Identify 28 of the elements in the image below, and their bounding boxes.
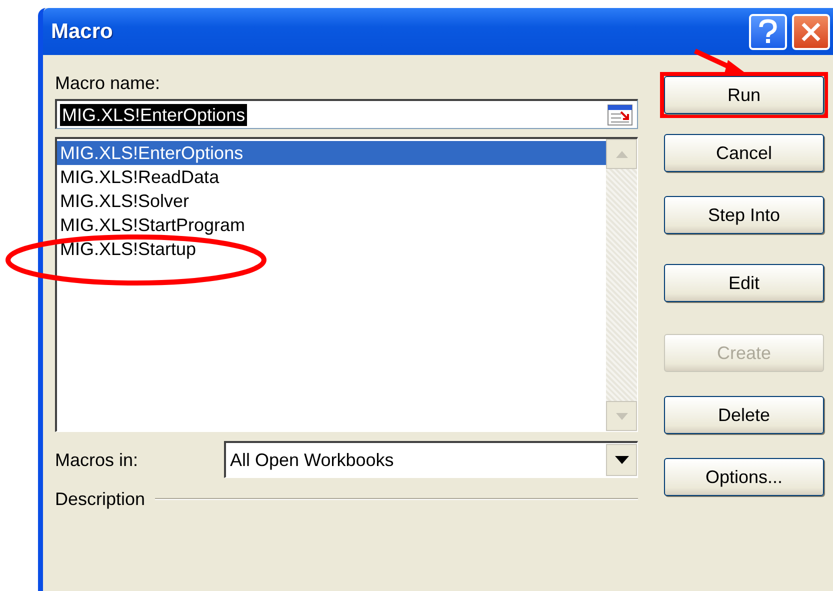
macro-list-item[interactable]: MIG.XLS!StartProgram bbox=[57, 213, 606, 237]
macro-name-field[interactable]: MIG.XLS!EnterOptions bbox=[55, 99, 638, 129]
dialog-button[interactable]: Cancel bbox=[664, 134, 824, 172]
macro-list-item[interactable]: MIG.XLS!Solver bbox=[57, 189, 606, 213]
dialog-button[interactable]: Delete bbox=[664, 396, 824, 434]
close-icon bbox=[800, 20, 822, 42]
dialog-button[interactable]: Options... bbox=[664, 458, 824, 496]
dialog-button[interactable]: Step Into bbox=[664, 196, 824, 234]
macros-in-dropdown[interactable]: All Open Workbooks bbox=[224, 441, 638, 478]
help-button[interactable] bbox=[749, 14, 787, 50]
down-arrow-icon bbox=[616, 412, 628, 420]
dialog-button[interactable]: Run bbox=[664, 76, 824, 114]
dialog-button[interactable]: Edit bbox=[664, 264, 824, 302]
close-button[interactable] bbox=[792, 14, 830, 50]
macro-name-label: Macro name: bbox=[55, 72, 162, 94]
macro-list-item[interactable]: MIG.XLS!EnterOptions bbox=[57, 141, 606, 165]
macro-list-item[interactable]: MIG.XLS!Startup bbox=[57, 237, 606, 261]
macros-in-label: Macros in: bbox=[55, 448, 140, 470]
macro-name-value: MIG.XLS!EnterOptions bbox=[60, 104, 248, 126]
up-arrow-icon bbox=[616, 150, 628, 158]
description-label: Description bbox=[55, 488, 146, 510]
window-title: Macro bbox=[51, 20, 113, 44]
question-mark-icon bbox=[757, 18, 779, 44]
dropdown-value: All Open Workbooks bbox=[229, 450, 394, 470]
collapse-dialog-icon[interactable] bbox=[607, 104, 633, 126]
macro-list-item[interactable]: MIG.XLS!ReadData bbox=[57, 165, 606, 189]
dropdown-arrow-icon bbox=[614, 456, 628, 464]
dropdown-button[interactable] bbox=[606, 444, 637, 476]
